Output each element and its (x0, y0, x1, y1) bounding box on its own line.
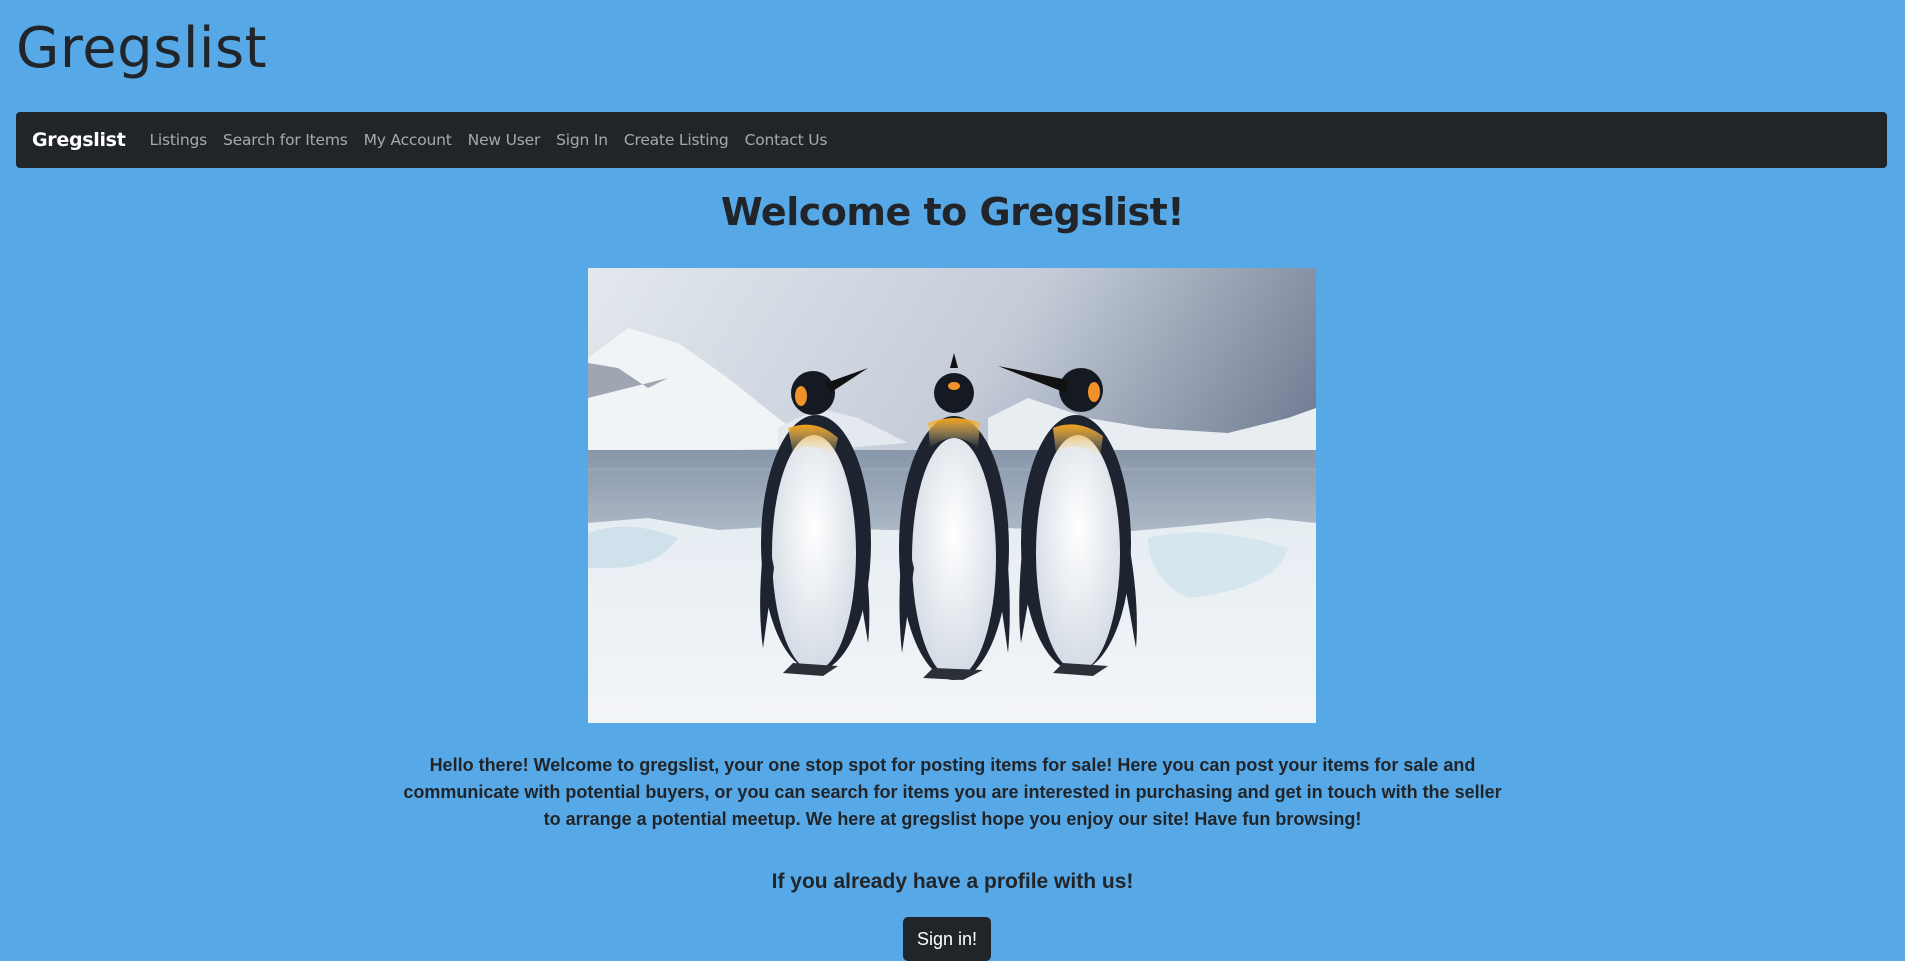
welcome-heading: Welcome to Gregslist! (720, 190, 1185, 234)
sign-in-button[interactable]: Sign in! (903, 917, 991, 961)
profile-prompt: If you already have a profile with us! (771, 870, 1134, 893)
navbar: Gregslist Listings Search for Items My A… (16, 112, 1887, 168)
nav-link-search-for-items[interactable]: Search for Items (223, 131, 348, 149)
navbar-brand[interactable]: Gregslist (32, 129, 126, 151)
nav-link-create-listing[interactable]: Create Listing (624, 131, 729, 149)
nav-link-new-user[interactable]: New User (468, 131, 541, 149)
nav-link-listings[interactable]: Listings (149, 131, 207, 149)
site-title: Gregslist (16, 16, 268, 81)
nav-link-sign-in[interactable]: Sign In (556, 131, 608, 149)
nav-link-my-account[interactable]: My Account (364, 131, 452, 149)
hero-penguin-image (588, 268, 1316, 723)
nav-link-contact-us[interactable]: Contact Us (745, 131, 828, 149)
intro-paragraph: Hello there! Welcome to gregslist, your … (403, 755, 1502, 829)
